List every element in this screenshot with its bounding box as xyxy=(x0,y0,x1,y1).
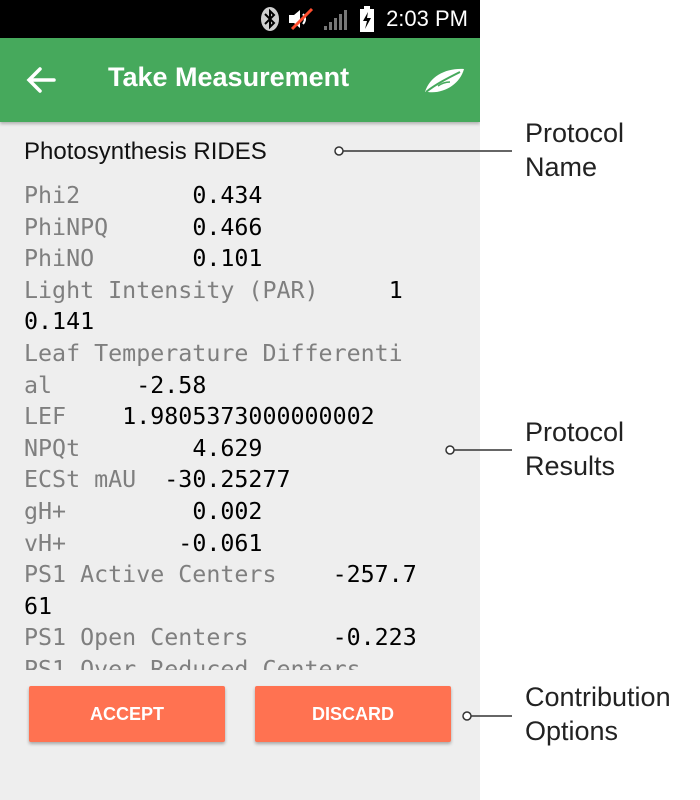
annotation-line: Contribution xyxy=(525,682,671,712)
annotation-line: Name xyxy=(525,152,598,182)
leader-protocol-results xyxy=(445,445,512,455)
annotation-line: Results xyxy=(525,451,616,481)
annotation-protocol-name: Protocol Name xyxy=(525,116,624,184)
annotation-line: Protocol xyxy=(525,118,625,148)
leader-protocol-name xyxy=(334,146,512,156)
annotation-line: Protocol xyxy=(525,417,625,447)
leader-contribution-options xyxy=(462,711,512,721)
annotation-line: Options xyxy=(525,716,619,746)
annotation-contribution-options: Contribution Options xyxy=(525,680,671,748)
annotation-protocol-results: Protocol Results xyxy=(525,415,624,483)
